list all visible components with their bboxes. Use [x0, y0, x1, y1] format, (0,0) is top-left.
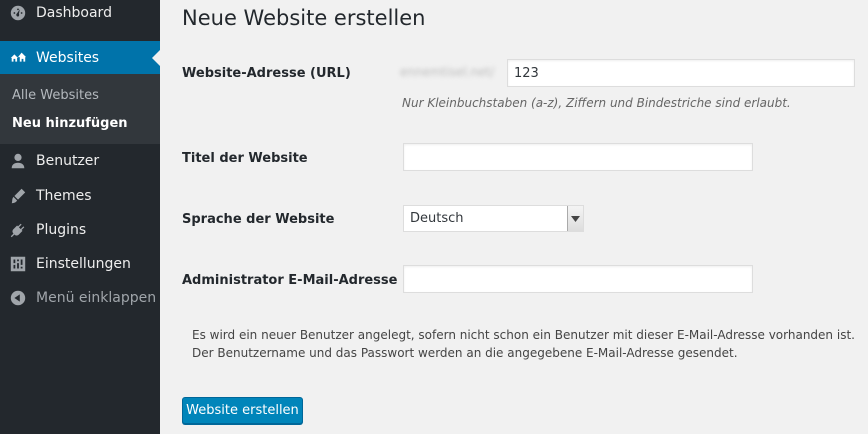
url-label: Website-Adresse (URL) [182, 66, 351, 81]
menu-item-label: Dashboard [36, 5, 112, 21]
user-icon [0, 152, 36, 170]
settings-icon [0, 255, 36, 273]
menu-item-themes[interactable]: Themes [0, 179, 160, 213]
site-title-label: Titel der Website [182, 151, 308, 166]
menu-item-label: Einstellungen [36, 256, 131, 272]
websites-icon [0, 49, 36, 67]
menu-item-websites[interactable]: Websites [0, 41, 160, 75]
active-indicator [152, 50, 160, 66]
menu-item-dashboard[interactable]: Dashboard [0, 0, 160, 30]
submenu-all-websites[interactable]: Alle Websites [12, 88, 99, 103]
submenu-add-new[interactable]: Neu hinzufügen [12, 116, 128, 131]
menu-item-label: Themes [36, 188, 92, 204]
language-select[interactable]: Deutsch [403, 205, 584, 232]
main-content: Neue Website erstellen Website-Adresse (… [160, 0, 868, 434]
menu-item-users[interactable]: Benutzer [0, 144, 160, 178]
admin-email-label: Administrator E-Mail-Adresse [182, 273, 398, 288]
menu-item-label: Menü einklappen [36, 290, 157, 306]
admin-sidebar: Dashboard Websites Alle Websites Neu hin… [0, 0, 160, 434]
url-domain-prefix: ennemtisel.net/ [400, 65, 495, 79]
chevron-down-icon[interactable] [567, 206, 583, 231]
menu-item-label: Plugins [36, 222, 87, 238]
url-help-text: Nur Kleinbuchstaben (a-z), Ziffern und B… [402, 96, 791, 110]
admin-email-input[interactable] [403, 265, 753, 293]
websites-submenu: Alle Websites Neu hinzufügen [0, 74, 160, 144]
plugin-icon [0, 221, 36, 239]
info-text-line2: Der Benutzername und das Passwort werden… [192, 346, 738, 360]
info-text-line1: Es wird ein neuer Benutzer angelegt, sof… [192, 328, 855, 342]
dashboard-icon [0, 4, 36, 22]
language-selected-value: Deutsch [410, 211, 464, 226]
page-title: Neue Website erstellen [182, 6, 426, 30]
url-input[interactable] [507, 59, 855, 87]
create-website-button[interactable]: Website erstellen [182, 397, 303, 424]
menu-item-label: Websites [36, 50, 100, 66]
language-label: Sprache der Website [182, 212, 335, 227]
menu-item-plugins[interactable]: Plugins [0, 213, 160, 247]
collapse-menu-button[interactable]: Menü einklappen [0, 281, 160, 315]
brush-icon [0, 187, 36, 205]
collapse-icon [0, 289, 36, 307]
site-title-input[interactable] [403, 143, 753, 171]
menu-item-settings[interactable]: Einstellungen [0, 247, 160, 281]
menu-item-label: Benutzer [36, 153, 100, 169]
